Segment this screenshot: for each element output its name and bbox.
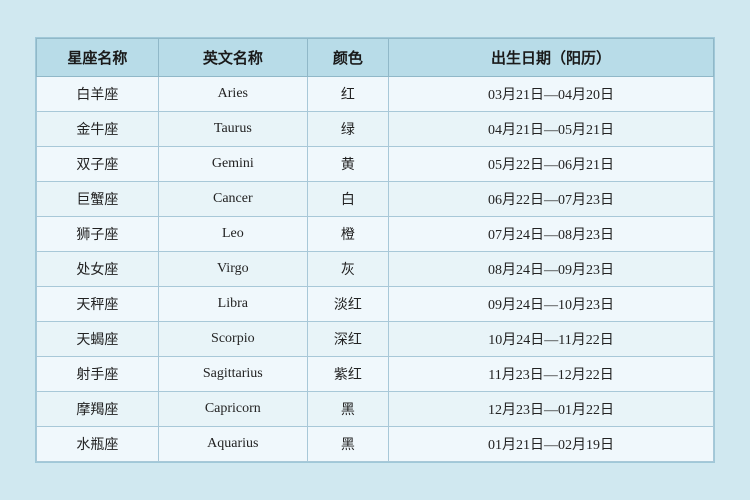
table-row: 双子座Gemini黄05月22日—06月21日 [37, 147, 714, 182]
cell-cn-name: 天秤座 [37, 287, 159, 322]
cell-color: 橙 [307, 217, 388, 252]
cell-color: 紫红 [307, 357, 388, 392]
cell-date: 07月24日—08月23日 [389, 217, 714, 252]
cell-en-name: Libra [158, 287, 307, 322]
cell-cn-name: 处女座 [37, 252, 159, 287]
header-date: 出生日期（阳历） [389, 39, 714, 77]
cell-en-name: Aquarius [158, 427, 307, 462]
cell-cn-name: 天蝎座 [37, 322, 159, 357]
cell-color: 深红 [307, 322, 388, 357]
cell-en-name: Scorpio [158, 322, 307, 357]
cell-date: 03月21日—04月20日 [389, 77, 714, 112]
header-en-name: 英文名称 [158, 39, 307, 77]
cell-en-name: Cancer [158, 182, 307, 217]
cell-date: 06月22日—07月23日 [389, 182, 714, 217]
cell-date: 12月23日—01月22日 [389, 392, 714, 427]
cell-cn-name: 射手座 [37, 357, 159, 392]
cell-date: 04月21日—05月21日 [389, 112, 714, 147]
cell-en-name: Aries [158, 77, 307, 112]
table-row: 巨蟹座Cancer白06月22日—07月23日 [37, 182, 714, 217]
table-row: 射手座Sagittarius紫红11月23日—12月22日 [37, 357, 714, 392]
cell-date: 01月21日—02月19日 [389, 427, 714, 462]
table-row: 天秤座Libra淡红09月24日—10月23日 [37, 287, 714, 322]
cell-color: 灰 [307, 252, 388, 287]
cell-color: 黄 [307, 147, 388, 182]
cell-color: 红 [307, 77, 388, 112]
cell-en-name: Gemini [158, 147, 307, 182]
table-row: 金牛座Taurus绿04月21日—05月21日 [37, 112, 714, 147]
table-row: 摩羯座Capricorn黑12月23日—01月22日 [37, 392, 714, 427]
cell-en-name: Sagittarius [158, 357, 307, 392]
cell-en-name: Capricorn [158, 392, 307, 427]
cell-en-name: Virgo [158, 252, 307, 287]
cell-date: 09月24日—10月23日 [389, 287, 714, 322]
zodiac-table: 星座名称 英文名称 颜色 出生日期（阳历） 白羊座Aries红03月21日—04… [36, 38, 714, 462]
cell-cn-name: 水瓶座 [37, 427, 159, 462]
table-row: 狮子座Leo橙07月24日—08月23日 [37, 217, 714, 252]
cell-color: 白 [307, 182, 388, 217]
cell-cn-name: 白羊座 [37, 77, 159, 112]
zodiac-table-container: 星座名称 英文名称 颜色 出生日期（阳历） 白羊座Aries红03月21日—04… [35, 37, 715, 463]
table-row: 水瓶座Aquarius黑01月21日—02月19日 [37, 427, 714, 462]
cell-cn-name: 狮子座 [37, 217, 159, 252]
table-row: 处女座Virgo灰08月24日—09月23日 [37, 252, 714, 287]
header-color: 颜色 [307, 39, 388, 77]
cell-cn-name: 摩羯座 [37, 392, 159, 427]
cell-date: 05月22日—06月21日 [389, 147, 714, 182]
table-header-row: 星座名称 英文名称 颜色 出生日期（阳历） [37, 39, 714, 77]
cell-date: 10月24日—11月22日 [389, 322, 714, 357]
cell-en-name: Taurus [158, 112, 307, 147]
cell-cn-name: 金牛座 [37, 112, 159, 147]
table-body: 白羊座Aries红03月21日—04月20日金牛座Taurus绿04月21日—0… [37, 77, 714, 462]
cell-date: 11月23日—12月22日 [389, 357, 714, 392]
table-row: 天蝎座Scorpio深红10月24日—11月22日 [37, 322, 714, 357]
table-row: 白羊座Aries红03月21日—04月20日 [37, 77, 714, 112]
cell-en-name: Leo [158, 217, 307, 252]
header-cn-name: 星座名称 [37, 39, 159, 77]
cell-color: 黑 [307, 392, 388, 427]
cell-date: 08月24日—09月23日 [389, 252, 714, 287]
cell-cn-name: 巨蟹座 [37, 182, 159, 217]
cell-color: 黑 [307, 427, 388, 462]
cell-cn-name: 双子座 [37, 147, 159, 182]
cell-color: 绿 [307, 112, 388, 147]
cell-color: 淡红 [307, 287, 388, 322]
